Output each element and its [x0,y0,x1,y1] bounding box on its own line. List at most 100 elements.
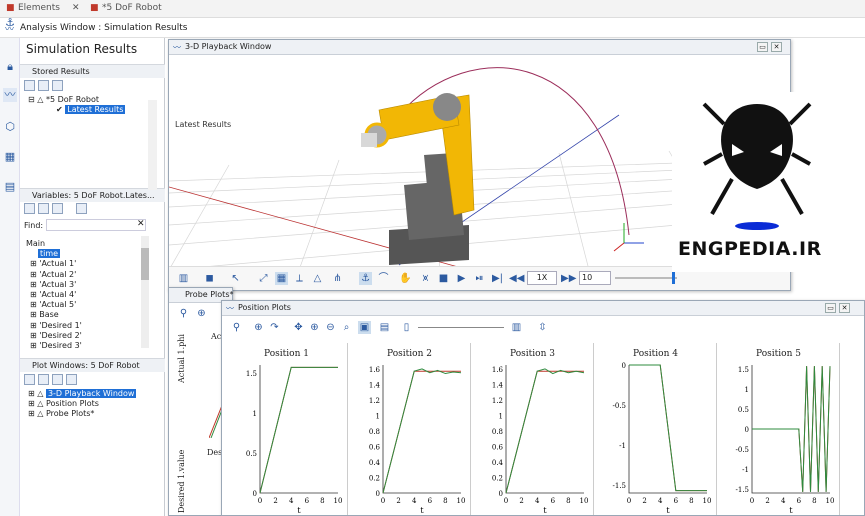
layout-icon[interactable]: ▣ [358,321,371,334]
var-tool-1[interactable] [24,203,35,214]
tree-item-latest[interactable]: ✔ Latest Results [28,105,126,115]
plot-3[interactable]: Position 3 1.6 1.4 1.2 1 0.8 0.6 0.4 0.2 0 0 2 4 6 8 10… [472,343,594,515]
anchor-tool-icon[interactable]: ⚓ [359,272,372,285]
restore-button[interactable]: ▭ [757,42,768,52]
var-item[interactable]: ⊞ 'Actual 3' [26,280,82,290]
bars-icon[interactable]: ▥ [510,321,523,334]
var-item[interactable]: ⊞ 'Actual 2' [26,270,82,280]
zoom-out-icon[interactable]: ⊖ [324,321,337,334]
plotwin-tool-2[interactable] [38,374,49,385]
axes-triad [613,223,644,252]
play-button[interactable]: ▶ [455,272,468,285]
var-item[interactable]: ⊞ 'Actual 5' [26,300,82,310]
var-tool-3[interactable] [52,203,63,214]
time-slider[interactable] [418,327,504,328]
fit-view-icon[interactable]: ⤢ [257,272,270,285]
fast-forward-button[interactable]: ▶▶ [561,272,576,285]
restore-button[interactable]: ▭ [825,303,836,313]
grid-icon[interactable]: ▦ [3,150,17,164]
fit-icon[interactable]: ⇳ [536,321,549,334]
clear-icon[interactable]: ✕ [137,219,145,229]
frame-slider[interactable] [615,277,677,279]
path-icon[interactable]: ⌒ [377,272,390,285]
tree-item-model[interactable]: ⊟ △ *5 DoF Robot [28,95,125,105]
plot-canvas: 1.510.50-0.5-1-1.50 2 4 6 8 10t [736,365,834,515]
network-icon[interactable]: ⋔ [331,272,344,285]
frame-slider-thumb[interactable] [672,272,675,284]
plotwin-tool-1[interactable] [24,374,35,385]
y-tick-label: 1 [499,412,503,420]
pointer-icon[interactable]: ↖ [229,272,242,285]
tab-elements[interactable]: Elements [18,3,60,13]
stored-results-header[interactable]: Stored Results [20,64,165,78]
axes-icon[interactable]: ⟂ [293,272,306,285]
y-tick-label: 0.4 [369,459,381,467]
anchor-icon[interactable]: ⚓ [3,16,17,30]
plot-icon[interactable]: 〰 [3,88,17,102]
link-icon[interactable]: ⚲ [177,307,190,320]
layout-3-icon[interactable]: ▯ [400,321,413,334]
var-tool-4[interactable] [76,203,87,214]
rewind-button[interactable]: ◀◀ [509,272,524,285]
find-input[interactable] [46,219,146,231]
var-item[interactable]: ⊞ 'Desired 1' [26,321,82,331]
speed-field[interactable]: 1X [527,271,557,285]
plot-canvas: 1.6 1.4 1.2 1 0.8 0.6 0.4 0.2 00 2 4 6 8 10 t [369,365,465,515]
close-button[interactable]: ✕ [771,42,782,52]
frame-field[interactable]: 10 [579,271,611,285]
close-icon[interactable]: ✕ [72,3,80,13]
waveform-icon[interactable]: ⩙ [419,272,432,285]
var-item[interactable]: ⊞ 'Desired 2' [26,331,82,341]
bar-chart-icon[interactable]: ▥ [177,272,190,285]
var-item[interactable]: time [26,249,82,259]
plot-4[interactable]: Position 4 0 -0.5 -1 -1.5 0 2 4 6 8 10 t [595,343,717,515]
plotwin-tool-3[interactable] [52,374,63,385]
plot-5[interactable]: Position 5 1.5 1 0.5 0 -0.5 -1 -1.5 0 2 4 6 8 10 t [718,343,840,515]
plotwin-item[interactable]: ⊞ △ Position Plots [28,399,136,409]
y-tick-label: 1.2 [492,397,503,405]
var-item[interactable]: Main [26,239,82,249]
stop-button[interactable]: ■ [437,272,450,285]
actual-series-line [382,368,462,494]
y-tick-label: 0.6 [369,443,381,451]
var-item[interactable]: ⊞ Base [26,310,82,320]
lock-icon[interactable]: 🔒︎ [3,60,17,74]
var-tool-2[interactable] [38,203,49,214]
zoom-reset-icon[interactable]: ⌕ [340,321,353,334]
y-tick-label: -0.5 [613,402,627,410]
target-icon[interactable]: ⊕ [195,307,208,320]
x-axis-label: t [297,506,301,515]
plotwin-item[interactable]: ⊞ △ 3-D Playback Window [28,389,137,399]
clipboard-icon[interactable]: ▤ [3,180,17,194]
var-item[interactable]: ⊞ 'Actual 1' [26,259,82,269]
var-item[interactable]: ⊞ 'Actual 4' [26,290,82,300]
plot-1[interactable]: Position 1 1.5 1 0.5 0 0 2 4 6 8 10 t [226,343,348,515]
close-button[interactable]: ✕ [839,303,850,313]
zoom-in-icon[interactable]: ⊕ [308,321,321,334]
end-button[interactable]: ▶| [491,272,504,285]
export-result-button[interactable] [52,80,63,91]
variables-scrollbar[interactable] [141,236,149,348]
crosshair-icon[interactable]: ⊕ [252,321,265,334]
tab-model[interactable]: *5 DoF Robot [102,3,162,13]
pan-icon[interactable]: ✥ [292,321,305,334]
plotwin-tool-4[interactable] [66,374,77,385]
stored-scrollbar[interactable] [148,100,157,190]
link-icon[interactable]: ⚲ [230,321,243,334]
copy-result-button[interactable] [38,80,49,91]
layout-2-icon[interactable]: ▤ [378,321,391,334]
probe-label: Ac [211,332,222,341]
plot-windows-header[interactable]: Plot Windows: 5 DoF Robot [20,358,165,372]
plot-2[interactable]: Position 2 1.6 1.4 1.2 1 0.8 0.6 0.4 0.2 0 0 2 4 6 8 10… [349,343,471,515]
hand-icon[interactable]: ✋ [399,272,412,285]
var-item[interactable]: ⊞ 'Desired 3' [26,341,82,351]
plotwin-item[interactable]: ⊞ △ Probe Plots* [28,409,136,419]
grid-view-icon[interactable]: ▦ [275,272,288,285]
new-result-button[interactable] [24,80,35,91]
step-button[interactable]: ⏯ [473,272,486,285]
cube-icon[interactable]: ⬡ [3,120,17,134]
variables-header[interactable]: Variables: 5 DoF Robot.Lates... [20,188,165,202]
cube-view-icon[interactable]: ◼ [203,272,216,285]
shape-icon[interactable]: △ [311,272,324,285]
rotate-icon[interactable]: ↷ [268,321,281,334]
